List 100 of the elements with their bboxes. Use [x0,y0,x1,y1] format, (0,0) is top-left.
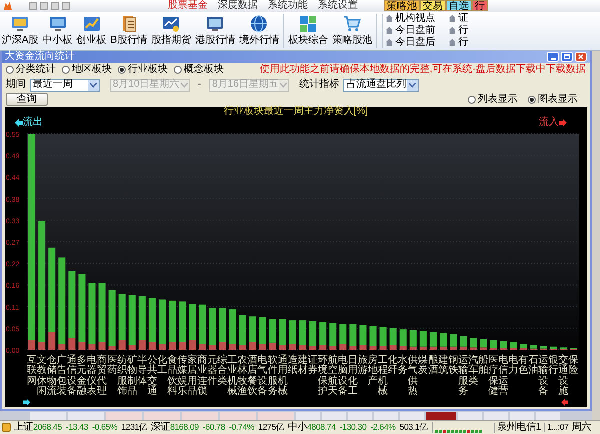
category-label: 酒店餐饮 [248,356,258,398]
isp-label: 泉州电信1 [494,422,542,433]
category-label: 传媒娱乐 [177,356,188,398]
category-label: 环境保护 [318,356,328,398]
index-change: -60.78 [202,423,226,432]
right-arrow-icon [559,118,567,127]
category-label: 运输服务 [458,356,468,398]
tab[interactable]: 行 [472,0,488,12]
index-percent: -0.65% [92,423,118,432]
toolbar-button[interactable]: 港股行情 [195,36,236,46]
category-label: 银行 [548,356,559,376]
radio-button[interactable] [6,66,14,74]
category-label: 旅游 [358,356,368,378]
category-label: 多元金融 [77,356,88,398]
index-percent: -2.64% [370,423,396,432]
link[interactable]: 证 [458,14,468,24]
category-label: 矿物制品 [127,356,138,398]
category-label: 电器仪表 [87,356,98,398]
category-label: 软件服务 [268,356,278,398]
category-label: 供气供热 [408,356,418,398]
category-label: 商贸代理 [97,356,108,398]
category-label: 化纤 [388,356,398,378]
category-label: 工业机械 [228,356,238,398]
app-logo-icon [3,0,13,11]
radio-button[interactable] [468,96,476,104]
toolbar-button[interactable]: 境外行情 [239,36,280,46]
category-label: 农林牧渔 [238,356,248,398]
tab[interactable]: 自选 [446,0,472,12]
minimize-icon[interactable] [547,52,559,62]
category-label: 电脑设备 [338,356,348,398]
category-label: 航空航天 [328,356,338,398]
left-arrow-icon[interactable] [561,398,569,406]
toolbar-button[interactable]: 创业板 [76,36,107,46]
field-label: 期间 [6,80,26,90]
category-label: 元器件 [208,356,218,389]
category-label: 石油 [528,356,539,376]
category-label: 化工 [157,356,168,378]
squares-icon[interactable] [298,14,318,34]
link[interactable]: 今日盘前 [395,26,436,36]
category-label: 钢铁 [448,356,458,378]
category-label: 运输设备 [538,356,549,398]
category-label: 综合类 [218,356,228,387]
index-volume: 1231亿 [122,423,148,432]
dropdown[interactable]: 占流通盘比列 [343,78,420,92]
category-label: 商业连锁 [198,356,208,398]
close-icon[interactable] [575,52,587,62]
link[interactable]: 机构视点 [395,14,436,24]
index-value: 2068.45 [33,423,62,432]
category-label: 水务 [398,356,408,376]
category-label: 建材 [298,356,308,378]
right-arrow-icon[interactable] [23,398,31,406]
category-label: 仓储物流 [47,356,58,398]
toolbar-button[interactable]: 中小板 [42,36,73,46]
tab[interactable]: 策略池 [384,0,420,12]
category-label: 电力 [508,356,519,378]
globe-icon[interactable] [249,14,270,34]
link[interactable]: 今日盘后 [395,38,436,48]
radio-label: 列表显示 [478,94,518,105]
category-label: 房地产 [368,356,378,387]
index-value: 8168.09 [170,423,199,432]
caret-icon[interactable] [409,82,416,88]
menu-item[interactable]: 股票基金 [168,0,208,11]
link[interactable]: 行 [458,38,468,48]
category-label: 医药 [107,356,118,378]
category-label: 保险 [568,356,579,378]
date-separator: - [198,80,202,90]
radio-button[interactable] [528,96,536,104]
category-label: 家居用品 [188,356,198,398]
index-name: 上证 [14,422,34,433]
radio-button[interactable] [118,66,126,74]
radio-button[interactable] [174,66,182,74]
category-label: 工程机械 [378,356,388,398]
category-label: 通用机械 [278,356,288,398]
index-change: -13.43 [66,423,88,432]
chart-title: 行业板块最近一周主力净资入[%] [224,106,368,117]
index-volume: 1275亿 [258,423,285,432]
toolbar-button[interactable]: 板块综合 [288,36,328,46]
radio-label: 行业板块 [128,65,168,76]
tab-strip[interactable] [0,410,592,420]
category-label: 纺织服饰 [117,356,128,398]
cart-icon[interactable] [342,14,362,34]
index-name: 中小 [288,422,308,433]
radio-label: 图表显示 [538,94,578,105]
toolbar-button[interactable]: B股行情 [110,36,148,46]
caret-icon[interactable] [90,82,97,88]
dropdown[interactable]: 最近一周 [30,78,100,92]
radio-button[interactable] [62,66,70,74]
toolbar-button[interactable]: 沪深A股 [2,36,39,46]
radio-label: 地区板块 [72,65,112,76]
category-label: 文教休闲 [37,356,48,398]
toolbar-button[interactable]: 股指期货 [151,36,192,46]
category-label: 证券 [308,356,318,378]
maximize-icon[interactable] [561,52,573,62]
category-label: 汽车类 [468,356,478,389]
query-button[interactable]: 查询 [6,93,48,106]
toolbar-button[interactable]: 策略股池 [332,36,372,46]
window-title: 大资金流向统计 [5,52,75,62]
link[interactable]: 行 [458,26,468,36]
category-label: 交通设施 [558,356,569,398]
tab[interactable]: 交易 [420,0,446,12]
